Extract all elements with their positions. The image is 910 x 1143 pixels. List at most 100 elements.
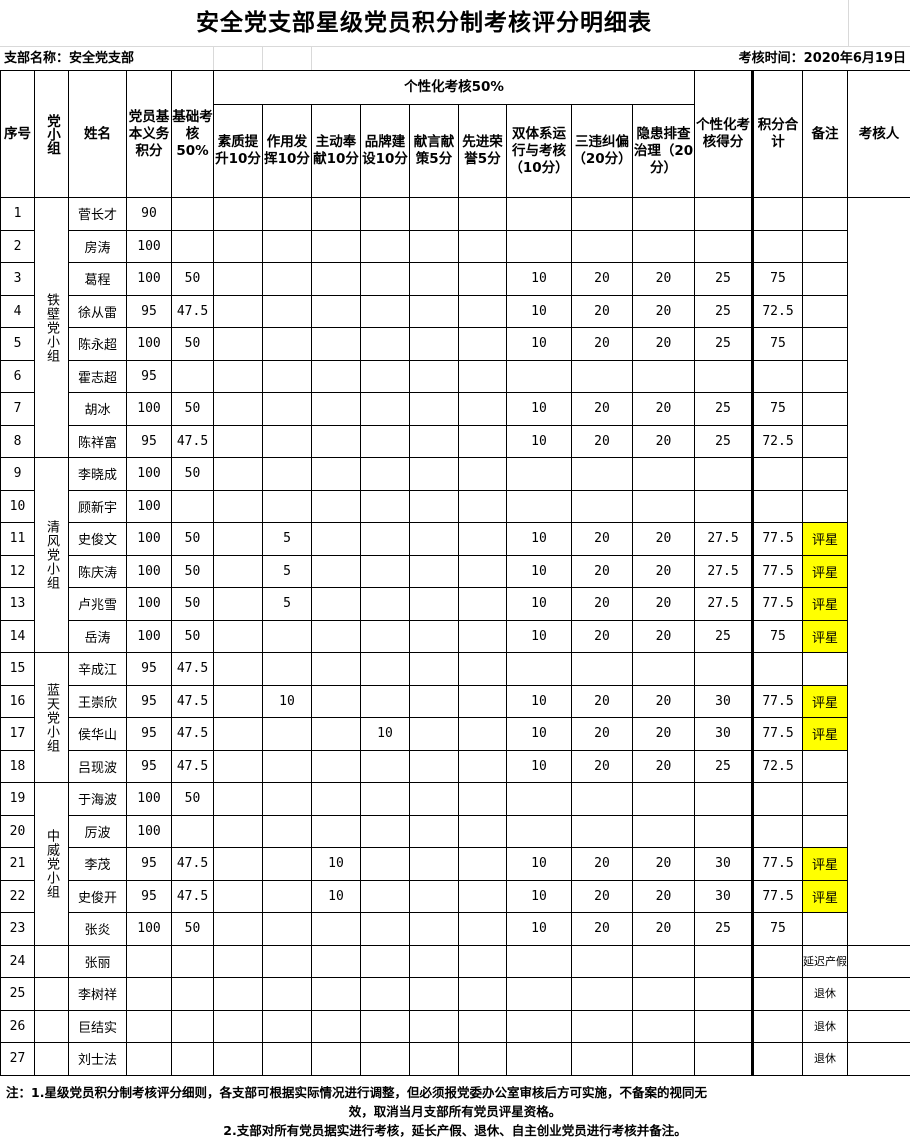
header-personal-score: 个性化考核得分	[694, 70, 753, 198]
cell-honor	[458, 814, 507, 848]
cell-total	[751, 489, 803, 523]
cell-honor	[458, 457, 507, 491]
cell-dual: 10	[506, 684, 572, 718]
table-row: 9 清风党小组 李晓成 100 50	[0, 457, 910, 653]
cell-duty: 100	[126, 554, 172, 588]
cell-three	[571, 229, 633, 263]
table-row: 16 王崇欣 95 47.5 10 10 20 20 30 77.5 评星	[0, 684, 910, 718]
cell-hazard	[632, 977, 695, 1011]
cell-basic: 50	[171, 262, 214, 296]
cell-name: 菅长才	[68, 197, 127, 231]
cell-name: 史俊文	[68, 522, 127, 556]
cell-total	[751, 814, 803, 848]
cell-brand	[360, 749, 410, 783]
cell-contrib: 10	[311, 847, 361, 881]
cell-honor	[458, 619, 507, 653]
cell-dual: 10	[506, 749, 572, 783]
note-line-2: 效，取消当月支部所有党员评星资格。	[348, 1104, 562, 1119]
cell-honor	[458, 749, 507, 783]
cell-hazard: 20	[632, 262, 695, 296]
cell-advice	[409, 262, 459, 296]
table-row: 13 卢兆雪 100 50 5 10 20 20 27.5 77.5 评星	[0, 587, 910, 621]
cell-hazard	[632, 359, 695, 393]
cell-role: 5	[262, 554, 312, 588]
cell-remark: 评星	[802, 522, 848, 556]
cell-remark: 评星	[802, 879, 848, 913]
cell-advice	[409, 327, 459, 361]
cell-name: 胡冰	[68, 392, 127, 426]
cell-name: 刘士法	[68, 1042, 127, 1076]
cell-duty: 100	[126, 262, 172, 296]
cell-advice	[409, 717, 459, 751]
cell-total	[751, 1042, 803, 1076]
cell-dual	[506, 1009, 572, 1043]
table-row: 8 陈祥富 95 47.5 10 20 20 25 72.5	[0, 424, 910, 458]
cell-three	[571, 944, 633, 978]
note-line-3: 2.支部对所有党员据实进行考核，延长产假、退休、自主创业党员进行考核并备注。	[223, 1123, 687, 1138]
cell-brand	[360, 262, 410, 296]
cell-remark: 退休	[802, 977, 848, 1011]
cell-quality	[213, 522, 263, 556]
cell-honor	[458, 1009, 507, 1043]
cell-honor	[458, 587, 507, 621]
cell-pscore	[694, 197, 753, 231]
cell-dual	[506, 359, 572, 393]
cell-name: 陈祥富	[68, 424, 127, 458]
cell-contrib	[311, 489, 361, 523]
cell-basic: 47.5	[171, 847, 214, 881]
cell-honor	[458, 847, 507, 881]
cell-role	[262, 424, 312, 458]
cell-name: 张炎	[68, 912, 127, 946]
cell-three	[571, 652, 633, 686]
cell-dual: 10	[506, 879, 572, 913]
cell-dual: 10	[506, 522, 572, 556]
cell-hazard: 20	[632, 912, 695, 946]
cell-dual: 10	[506, 327, 572, 361]
cell-group: 蓝天党小组	[34, 652, 69, 783]
cell-contrib	[311, 262, 361, 296]
cell-role	[262, 749, 312, 783]
cell-contrib	[311, 977, 361, 1011]
cell-honor	[458, 912, 507, 946]
cell-honor	[458, 294, 507, 328]
cell-seq: 5	[0, 327, 35, 361]
cell-three: 20	[571, 847, 633, 881]
table-row: 18 吕现波 95 47.5 10 20 20 25 72.5	[0, 749, 910, 783]
cell-name: 卢兆雪	[68, 587, 127, 621]
table-row: 12 陈庆涛 100 50 5 10 20 20 27.5 77.5 评星	[0, 554, 910, 588]
cell-duty: 90	[126, 197, 172, 231]
cell-pscore: 25	[694, 294, 753, 328]
cell-name: 李树祥	[68, 977, 127, 1011]
cell-honor	[458, 1042, 507, 1076]
cell-duty: 95	[126, 359, 172, 393]
cell-contrib	[311, 717, 361, 751]
cell-duty: 95	[126, 684, 172, 718]
cell-duty: 100	[126, 457, 172, 491]
cell-hazard: 20	[632, 587, 695, 621]
table-row: 26 巨结实 退休	[0, 1009, 910, 1043]
cell-honor	[458, 717, 507, 751]
cell-duty: 100	[126, 912, 172, 946]
cell-quality	[213, 684, 263, 718]
cell-role	[262, 652, 312, 686]
cell-remark	[802, 359, 848, 393]
cell-remark: 退休	[802, 1009, 848, 1043]
cell-pscore: 25	[694, 749, 753, 783]
cell-basic: 50	[171, 554, 214, 588]
cell-seq: 1	[0, 197, 35, 231]
header-brand: 品牌建设10分	[360, 104, 410, 198]
cell-remark	[802, 489, 848, 523]
table-row: 7 胡冰 100 50 10 20 20 25 75	[0, 392, 910, 426]
cell-brand	[360, 327, 410, 361]
cell-pscore	[694, 1042, 753, 1076]
cell-role	[262, 1009, 312, 1043]
cell-brand	[360, 879, 410, 913]
cell-contrib	[311, 229, 361, 263]
cell-three	[571, 489, 633, 523]
cell-brand	[360, 1042, 410, 1076]
cell-dual: 10	[506, 424, 572, 458]
cell-brand	[360, 652, 410, 686]
cell-assessor	[847, 1009, 910, 1043]
cell-quality	[213, 847, 263, 881]
header-total: 积分合计	[751, 70, 803, 198]
